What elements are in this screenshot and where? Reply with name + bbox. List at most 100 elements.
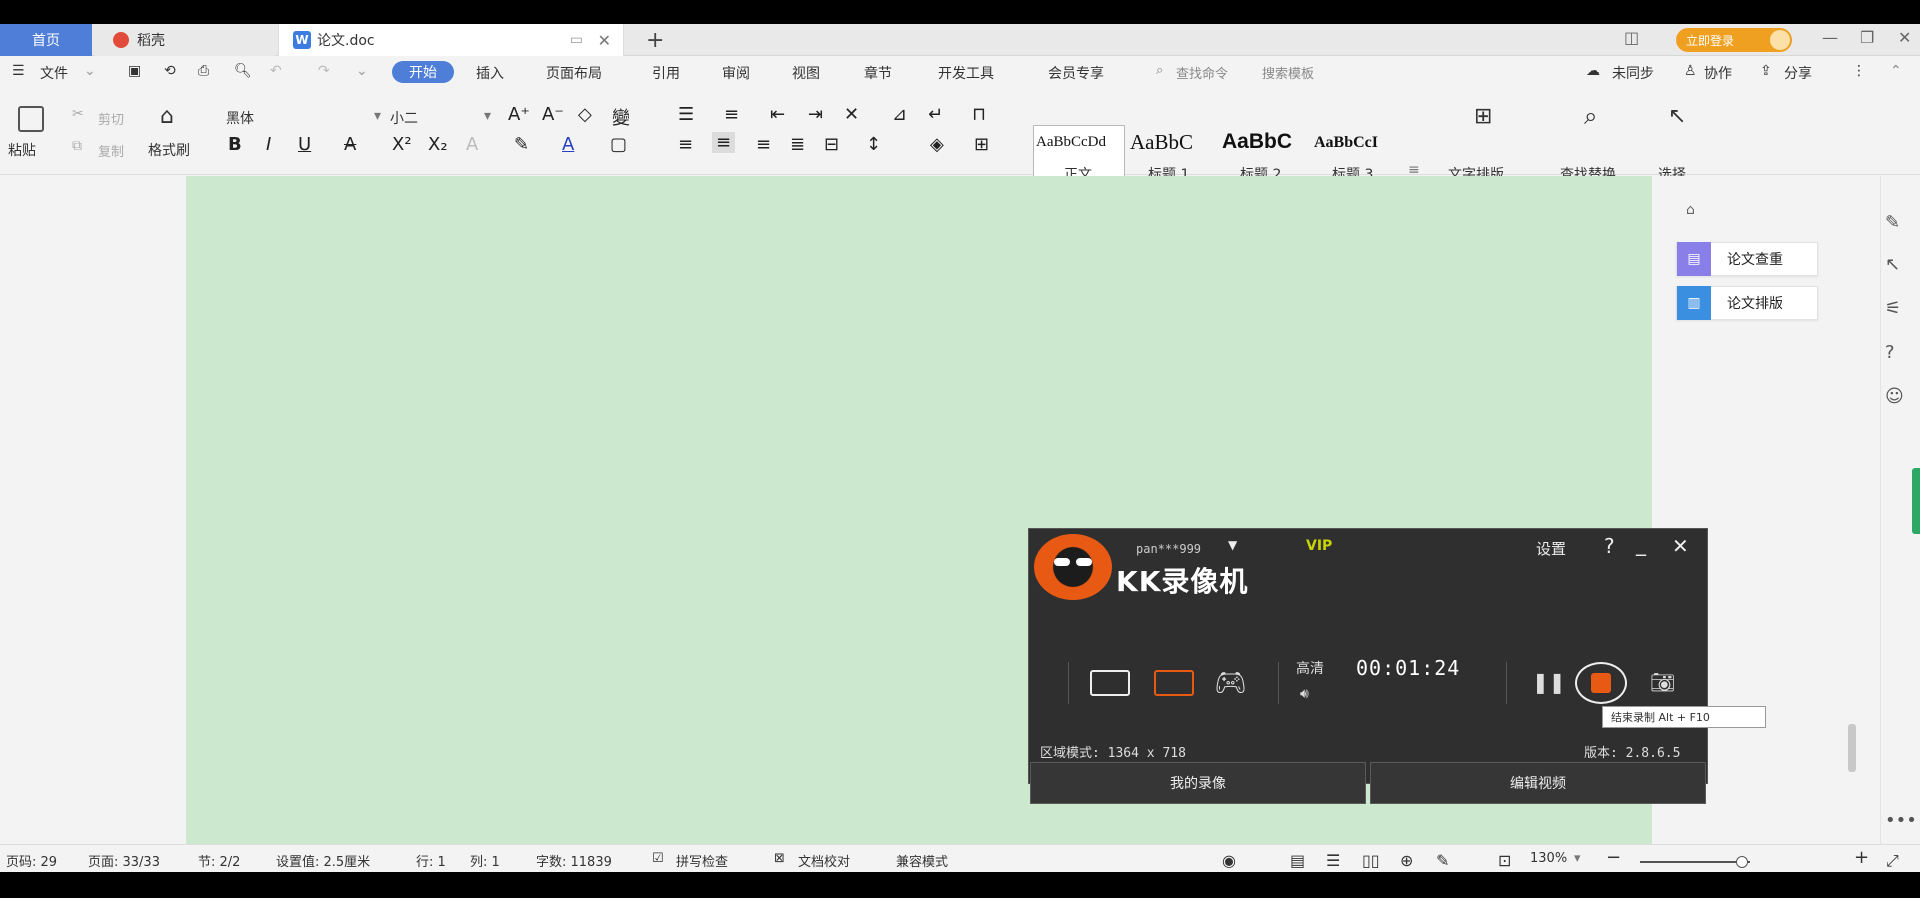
maximize-icon[interactable]: ❐: [1860, 28, 1874, 47]
zoom-level[interactable]: 130%: [1530, 851, 1567, 866]
zoom-dropdown-icon[interactable]: ▾: [1574, 851, 1581, 866]
redo-icon[interactable]: ↷: [318, 63, 330, 79]
undo-icon[interactable]: ↶: [270, 63, 282, 79]
style-h2-preview[interactable]: AaBbC: [1222, 130, 1292, 154]
robot-icon[interactable]: ☺: [1885, 386, 1904, 407]
chevron-down-icon[interactable]: ⌄: [84, 63, 96, 79]
paragraph-mark-icon[interactable]: ↵: [928, 104, 943, 125]
close-window-icon[interactable]: ✕: [1898, 28, 1911, 47]
menu-chapter[interactable]: 章节: [864, 63, 892, 83]
align-left-icon[interactable]: ≡: [678, 134, 693, 155]
font-grow-icon[interactable]: A⁺: [508, 104, 530, 125]
font-shrink-icon[interactable]: A⁻: [542, 104, 564, 125]
char-border-icon[interactable]: ▢: [610, 134, 627, 155]
italic-icon[interactable]: I: [266, 134, 271, 155]
style-h1-preview[interactable]: AaBbC: [1130, 130, 1193, 155]
status-pages[interactable]: 页面: 33/33: [88, 851, 160, 870]
zoom-out-icon[interactable]: −: [1606, 847, 1621, 868]
kk-settings-button[interactable]: 设置: [1536, 538, 1566, 559]
scrollbar-thumb[interactable]: [1848, 724, 1856, 772]
menu-file[interactable]: 文件: [40, 63, 68, 83]
fit-page-icon[interactable]: ⊡: [1498, 851, 1511, 870]
help-icon[interactable]: ?: [1885, 342, 1895, 363]
paste-icon[interactable]: [18, 106, 44, 132]
fullscreen-icon[interactable]: ⤢: [1886, 851, 1899, 871]
tab-daoke[interactable]: 稻壳: [95, 24, 275, 56]
clear-format-icon[interactable]: ◇: [578, 104, 592, 125]
superscript-icon[interactable]: X²: [392, 134, 412, 155]
restore-icon[interactable]: ▭: [570, 32, 583, 48]
layout-icon[interactable]: ◫: [1624, 28, 1639, 47]
borders-icon[interactable]: ⊞: [974, 134, 989, 155]
kk-fullscreen-mode-icon[interactable]: [1090, 670, 1130, 696]
pane-collapse-icon[interactable]: ⌂: [1686, 202, 1695, 218]
numbered-list-icon[interactable]: ≡: [724, 104, 739, 125]
paste-button[interactable]: 粘贴: [8, 140, 36, 160]
bold-icon[interactable]: B: [228, 134, 242, 155]
zoom-in-icon[interactable]: +: [1854, 847, 1869, 868]
search-template[interactable]: 搜索模板: [1262, 63, 1314, 82]
menu-start[interactable]: 开始: [392, 61, 454, 83]
kk-volume-icon[interactable]: 🔊︎: [1300, 686, 1309, 702]
status-page-code[interactable]: 页码: 29: [6, 851, 57, 870]
write-view-icon[interactable]: ✎: [1436, 851, 1449, 870]
underline-icon[interactable]: U: [298, 134, 311, 155]
more-dots-icon[interactable]: •••: [1885, 810, 1917, 831]
format-painter-button[interactable]: 格式刷: [148, 140, 190, 160]
menu-member[interactable]: 会员专享: [1048, 63, 1104, 83]
status-row[interactable]: 行: 1: [416, 851, 446, 870]
login-button[interactable]: 立即登录: [1676, 28, 1792, 52]
kk-close-icon[interactable]: ✕: [1672, 534, 1689, 558]
outline-view-icon[interactable]: ☰: [1326, 851, 1340, 870]
kk-user[interactable]: pan***999: [1136, 542, 1201, 556]
kk-game-mode-icon[interactable]: 🎮︎: [1214, 668, 1247, 698]
eye-icon[interactable]: ◉: [1222, 851, 1236, 870]
align-right-icon[interactable]: ≡: [756, 134, 771, 155]
cut-button[interactable]: 剪切: [98, 109, 124, 128]
kk-region-mode-icon[interactable]: [1154, 670, 1194, 696]
distribute-icon[interactable]: ⊟: [824, 134, 839, 155]
save-icon[interactable]: ▣: [128, 63, 141, 79]
kk-quality[interactable]: 高清: [1296, 658, 1324, 678]
share-button[interactable]: 分享: [1784, 63, 1812, 83]
side-green-tab[interactable]: [1912, 468, 1920, 534]
menu-dev-tools[interactable]: 开发工具: [938, 63, 994, 83]
style-h3-preview[interactable]: AaBbCcI: [1314, 134, 1378, 152]
pen-icon[interactable]: ✎: [1885, 212, 1900, 233]
menu-view[interactable]: 视图: [792, 63, 820, 83]
collab-button[interactable]: 协作: [1704, 63, 1732, 83]
preview-icon[interactable]: 🔍︎: [234, 63, 252, 79]
font-select[interactable]: 黑体: [226, 108, 254, 128]
status-col[interactable]: 列: 1: [470, 851, 500, 870]
decrease-indent-icon[interactable]: ⇤: [770, 104, 785, 125]
close-tab-icon[interactable]: ✕: [598, 31, 611, 50]
tab-stop-icon[interactable]: ⊓: [972, 104, 986, 125]
kk-edit-video-button[interactable]: 编辑视频: [1370, 762, 1706, 804]
phonetic-icon[interactable]: 變: [612, 104, 630, 130]
zoom-slider-knob[interactable]: [1736, 856, 1748, 868]
sync-status[interactable]: 未同步: [1612, 63, 1654, 83]
page-view-icon[interactable]: ▤: [1290, 851, 1305, 870]
kk-user-dropdown-icon[interactable]: ▼: [1228, 538, 1237, 552]
settings-sliders-icon[interactable]: ⚟: [1885, 298, 1901, 319]
text-effect-icon[interactable]: A: [466, 134, 478, 155]
line-spacing-icon[interactable]: ↕: [866, 134, 881, 155]
align-center-icon[interactable]: ≡: [712, 132, 736, 153]
kk-help-icon[interactable]: ?: [1604, 534, 1615, 558]
highlight-icon[interactable]: ✎: [514, 134, 529, 155]
print-icon[interactable]: ⎙: [198, 63, 209, 79]
paper-check-button[interactable]: ▤ 论文查重: [1676, 242, 1818, 276]
menu-icon[interactable]: ☰: [12, 63, 25, 79]
increase-indent-icon[interactable]: ⇥: [808, 104, 823, 125]
spell-check-button[interactable]: 拼写检查: [676, 851, 728, 870]
status-section[interactable]: 节: 2/2: [198, 851, 240, 870]
bullet-list-icon[interactable]: ☰: [678, 104, 694, 125]
read-view-icon[interactable]: ▯▯: [1362, 851, 1380, 870]
size-dropdown-icon[interactable]: ▾: [484, 108, 491, 124]
shading-icon[interactable]: ◈: [930, 134, 944, 155]
search-command[interactable]: 查找命令: [1176, 63, 1228, 82]
strikethrough-icon[interactable]: A: [344, 134, 356, 155]
sort-icon[interactable]: ⊿: [892, 104, 907, 125]
paper-layout-button[interactable]: ▥ 论文排版: [1676, 286, 1818, 320]
status-words[interactable]: 字数: 11839: [536, 851, 612, 870]
